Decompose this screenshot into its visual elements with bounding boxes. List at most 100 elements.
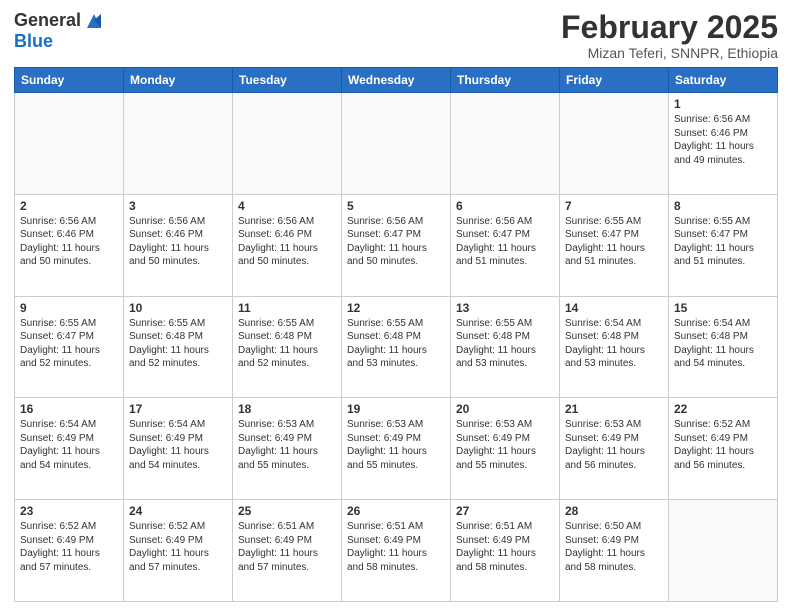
calendar-cell: 12Sunrise: 6:55 AM Sunset: 6:48 PM Dayli… [342, 296, 451, 398]
day-number: 27 [456, 504, 554, 518]
week-row-1: 2 Sunrise: 6:56 AM Sunset: 6:46 PM Daylig… [15, 194, 778, 296]
calendar-cell: 2 Sunrise: 6:56 AM Sunset: 6:46 PM Daylig… [15, 194, 124, 296]
day-number: 24 [129, 504, 227, 518]
day-info: Sunrise: 6:56 AM Sunset: 6:47 PM Dayligh… [347, 215, 445, 269]
day-info: Sunrise: 6:54 AM Sunset: 6:49 PM Dayligh… [129, 418, 227, 472]
day-info: Sunrise: 6:52 AM Sunset: 6:49 PM Dayligh… [674, 418, 772, 472]
calendar-body: 1 Sunrise: 6:56 AM Sunset: 6:46 PM Daylig… [15, 93, 778, 602]
day-info: Sunrise: 6:56 AM Sunset: 6:46 PM Dayligh… [20, 215, 118, 269]
calendar-cell: 22 Sunrise: 6:52 AM Sunset: 6:49 PM Dayli… [669, 398, 778, 500]
logo-blue-text: Blue [14, 31, 53, 51]
calendar-cell [15, 93, 124, 195]
day-number: 17 [129, 402, 227, 416]
day-number: 28 [565, 504, 663, 518]
calendar-cell: 21 Sunrise: 6:53 AM Sunset: 6:49 PM Dayli… [560, 398, 669, 500]
calendar-cell: 11 Sunrise: 6:55 AM Sunset: 6:48 PM Dayli… [233, 296, 342, 398]
day-number: 22 [674, 402, 772, 416]
week-row-3: 16 Sunrise: 6:54 AM Sunset: 6:49 PM Dayli… [15, 398, 778, 500]
day-info: Sunrise: 6:56 AM Sunset: 6:47 PM Dayligh… [456, 215, 554, 269]
calendar-cell: 17 Sunrise: 6:54 AM Sunset: 6:49 PM Dayli… [124, 398, 233, 500]
day-number: 23 [20, 504, 118, 518]
calendar-subtitle: Mizan Teferi, SNNPR, Ethiopia [561, 45, 778, 61]
day-number: 18 [238, 402, 336, 416]
day-number: 4 [238, 199, 336, 213]
day-number: 12 [347, 301, 445, 315]
logo: General Blue [14, 10, 105, 52]
calendar-cell [451, 93, 560, 195]
calendar-cell: 3 Sunrise: 6:56 AM Sunset: 6:46 PM Daylig… [124, 194, 233, 296]
day-info: Sunrise: 6:51 AM Sunset: 6:49 PM Dayligh… [238, 520, 336, 574]
calendar-title: February 2025 [561, 10, 778, 45]
day-info: Sunrise: 6:51 AM Sunset: 6:49 PM Dayligh… [456, 520, 554, 574]
weekday-row: SundayMondayTuesdayWednesdayThursdayFrid… [15, 68, 778, 93]
day-info: Sunrise: 6:54 AM Sunset: 6:48 PM Dayligh… [674, 317, 772, 371]
day-number: 2 [20, 199, 118, 213]
calendar-cell: 6 Sunrise: 6:56 AM Sunset: 6:47 PM Daylig… [451, 194, 560, 296]
calendar-cell: 18 Sunrise: 6:53 AM Sunset: 6:49 PM Dayli… [233, 398, 342, 500]
calendar-cell: 5Sunrise: 6:56 AM Sunset: 6:47 PM Daylig… [342, 194, 451, 296]
week-row-2: 9 Sunrise: 6:55 AM Sunset: 6:47 PM Daylig… [15, 296, 778, 398]
calendar-cell: 14Sunrise: 6:54 AM Sunset: 6:48 PM Dayli… [560, 296, 669, 398]
calendar-cell [669, 500, 778, 602]
header: General Blue February 2025 Mizan Teferi,… [14, 10, 778, 61]
day-info: Sunrise: 6:53 AM Sunset: 6:49 PM Dayligh… [456, 418, 554, 472]
page: General Blue February 2025 Mizan Teferi,… [0, 0, 792, 612]
week-row-4: 23 Sunrise: 6:52 AM Sunset: 6:49 PM Dayli… [15, 500, 778, 602]
calendar-cell: 16 Sunrise: 6:54 AM Sunset: 6:49 PM Dayli… [15, 398, 124, 500]
day-number: 19 [347, 402, 445, 416]
calendar-cell [124, 93, 233, 195]
logo-icon [83, 10, 105, 32]
day-info: Sunrise: 6:55 AM Sunset: 6:48 PM Dayligh… [129, 317, 227, 371]
calendar-cell: 28 Sunrise: 6:50 AM Sunset: 6:49 PM Dayli… [560, 500, 669, 602]
day-info: Sunrise: 6:50 AM Sunset: 6:49 PM Dayligh… [565, 520, 663, 574]
calendar-cell [342, 93, 451, 195]
day-info: Sunrise: 6:53 AM Sunset: 6:49 PM Dayligh… [238, 418, 336, 472]
day-info: Sunrise: 6:52 AM Sunset: 6:49 PM Dayligh… [129, 520, 227, 574]
day-info: Sunrise: 6:54 AM Sunset: 6:49 PM Dayligh… [20, 418, 118, 472]
calendar-table: SundayMondayTuesdayWednesdayThursdayFrid… [14, 67, 778, 602]
day-info: Sunrise: 6:55 AM Sunset: 6:47 PM Dayligh… [565, 215, 663, 269]
calendar-cell: 20Sunrise: 6:53 AM Sunset: 6:49 PM Dayli… [451, 398, 560, 500]
day-info: Sunrise: 6:55 AM Sunset: 6:48 PM Dayligh… [238, 317, 336, 371]
day-info: Sunrise: 6:55 AM Sunset: 6:47 PM Dayligh… [674, 215, 772, 269]
day-info: Sunrise: 6:56 AM Sunset: 6:46 PM Dayligh… [238, 215, 336, 269]
day-info: Sunrise: 6:53 AM Sunset: 6:49 PM Dayligh… [565, 418, 663, 472]
day-number: 6 [456, 199, 554, 213]
calendar-cell: 15Sunrise: 6:54 AM Sunset: 6:48 PM Dayli… [669, 296, 778, 398]
day-number: 16 [20, 402, 118, 416]
weekday-header-wednesday: Wednesday [342, 68, 451, 93]
calendar-cell: 10Sunrise: 6:55 AM Sunset: 6:48 PM Dayli… [124, 296, 233, 398]
day-info: Sunrise: 6:56 AM Sunset: 6:46 PM Dayligh… [674, 113, 772, 167]
day-info: Sunrise: 6:53 AM Sunset: 6:49 PM Dayligh… [347, 418, 445, 472]
weekday-header-friday: Friday [560, 68, 669, 93]
calendar-cell: 13Sunrise: 6:55 AM Sunset: 6:48 PM Dayli… [451, 296, 560, 398]
weekday-header-sunday: Sunday [15, 68, 124, 93]
calendar-cell: 19 Sunrise: 6:53 AM Sunset: 6:49 PM Dayli… [342, 398, 451, 500]
day-number: 3 [129, 199, 227, 213]
logo-general-text: General [14, 11, 81, 31]
calendar-cell: 23 Sunrise: 6:52 AM Sunset: 6:49 PM Dayli… [15, 500, 124, 602]
calendar-cell: 8Sunrise: 6:55 AM Sunset: 6:47 PM Daylig… [669, 194, 778, 296]
calendar-cell: 26 Sunrise: 6:51 AM Sunset: 6:49 PM Dayli… [342, 500, 451, 602]
calendar-cell [560, 93, 669, 195]
day-info: Sunrise: 6:51 AM Sunset: 6:49 PM Dayligh… [347, 520, 445, 574]
day-info: Sunrise: 6:55 AM Sunset: 6:48 PM Dayligh… [456, 317, 554, 371]
day-info: Sunrise: 6:56 AM Sunset: 6:46 PM Dayligh… [129, 215, 227, 269]
calendar-cell: 24 Sunrise: 6:52 AM Sunset: 6:49 PM Dayli… [124, 500, 233, 602]
day-number: 11 [238, 301, 336, 315]
weekday-header-saturday: Saturday [669, 68, 778, 93]
calendar-header: SundayMondayTuesdayWednesdayThursdayFrid… [15, 68, 778, 93]
day-number: 26 [347, 504, 445, 518]
day-info: Sunrise: 6:54 AM Sunset: 6:48 PM Dayligh… [565, 317, 663, 371]
day-info: Sunrise: 6:52 AM Sunset: 6:49 PM Dayligh… [20, 520, 118, 574]
calendar-cell: 27 Sunrise: 6:51 AM Sunset: 6:49 PM Dayli… [451, 500, 560, 602]
calendar-cell: 25Sunrise: 6:51 AM Sunset: 6:49 PM Dayli… [233, 500, 342, 602]
day-number: 9 [20, 301, 118, 315]
weekday-header-thursday: Thursday [451, 68, 560, 93]
day-info: Sunrise: 6:55 AM Sunset: 6:47 PM Dayligh… [20, 317, 118, 371]
day-number: 21 [565, 402, 663, 416]
day-number: 1 [674, 97, 772, 111]
calendar-cell: 1 Sunrise: 6:56 AM Sunset: 6:46 PM Daylig… [669, 93, 778, 195]
day-number: 7 [565, 199, 663, 213]
weekday-header-tuesday: Tuesday [233, 68, 342, 93]
